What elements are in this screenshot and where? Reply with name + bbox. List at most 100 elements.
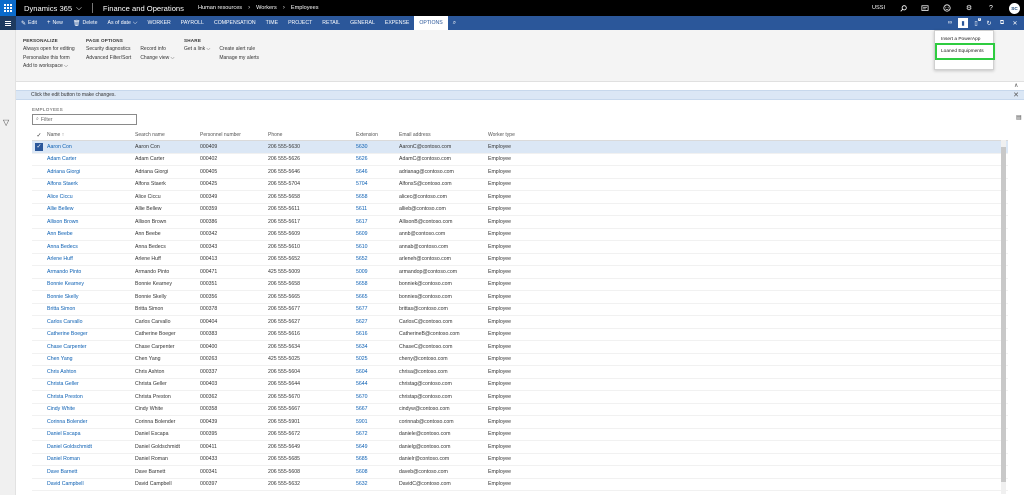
scrollbar-thumb[interactable]	[1001, 147, 1006, 482]
office-icon[interactable]: ▮	[958, 18, 968, 28]
cell-name[interactable]: Allison Brown	[46, 219, 135, 225]
table-row[interactable]: Corinna Bolender Corinna Bolender 000439 20…	[32, 416, 1008, 429]
table-row[interactable]: Bonnie Skelly Bonnie Skelly 000356 206 555-…	[32, 291, 1008, 304]
tab-time[interactable]: TIME	[261, 16, 283, 30]
cell-extension[interactable]: 5608	[356, 469, 399, 475]
table-row[interactable]: ✓ Aaron Con Aaron Con 000409 206 555-5630 563…	[32, 141, 1008, 154]
cell-name[interactable]: Britta Simon	[46, 306, 135, 312]
cell-name[interactable]: Adam Carter	[46, 156, 135, 162]
tab-payroll[interactable]: PAYROLL	[176, 16, 209, 30]
cell-extension[interactable]: 5630	[356, 144, 399, 150]
message-icon[interactable]	[921, 4, 929, 12]
personalize-this-form-button[interactable]: Personalize this form	[23, 55, 75, 61]
table-row[interactable]: Adam Carter Adam Carter 000402 206 555-5626…	[32, 154, 1008, 166]
cell-extension[interactable]: 5658	[356, 281, 399, 287]
cell-extension[interactable]: 5672	[356, 431, 399, 437]
search-icon[interactable]	[899, 4, 907, 12]
add-to-workspace-button[interactable]: Add to workspace ⌵	[23, 63, 75, 69]
cell-name[interactable]: Carlos Carvallo	[46, 319, 135, 325]
details-pane-icon[interactable]: ▤	[1016, 114, 1022, 121]
table-row[interactable]: Allison Brown Allison Brown 000386 206 555-…	[32, 216, 1008, 229]
table-row[interactable]: Daniel Roman Daniel Roman 000433 206 555-56…	[32, 454, 1008, 466]
chevron-up-icon[interactable]: ∧	[1014, 82, 1018, 89]
cell-name[interactable]: Daniel Goldschmidt	[46, 444, 135, 450]
cell-extension[interactable]: 5009	[356, 269, 399, 275]
cell-extension[interactable]: 5025	[356, 356, 399, 362]
cell-name[interactable]: Catherine Boeger	[46, 331, 135, 337]
column-header-worker-type[interactable]: Worker type	[488, 132, 568, 138]
cell-name[interactable]: Armando Pinto	[46, 269, 135, 275]
table-row[interactable]: Christa Geller Christa Geller 000403 206 55…	[32, 379, 1008, 391]
cell-name[interactable]: Ann Beebe	[46, 231, 135, 237]
column-header-search-name[interactable]: Search name	[135, 132, 200, 138]
cell-extension[interactable]: 5616	[356, 331, 399, 337]
refresh-icon[interactable]: ↻	[984, 18, 994, 28]
filter-input[interactable]: ⌕ Filter	[32, 114, 137, 125]
cell-name[interactable]: Aaron Con	[46, 144, 135, 150]
cell-extension[interactable]: 5649	[356, 444, 399, 450]
close-icon[interactable]: ✕	[1013, 91, 1019, 99]
cell-extension[interactable]: 5626	[356, 156, 399, 162]
link-icon[interactable]: ∞	[945, 18, 955, 28]
table-row[interactable]: Catherine Boeger Catherine Boeger 000383 20…	[32, 329, 1008, 341]
gear-icon[interactable]: ⚙	[965, 4, 973, 12]
company-picker[interactable]: USSI	[872, 5, 885, 11]
tab-compensation[interactable]: COMPENSATION	[209, 16, 261, 30]
table-row[interactable]: Arlene Huff Arlene Huff 000413 206 555-5652…	[32, 254, 1008, 266]
tab-project[interactable]: PROJECT	[283, 16, 317, 30]
manage-my-alerts-button[interactable]: Manage my alerts	[219, 55, 259, 61]
table-row[interactable]: Adriana Giorgi Adriana Giorgi 000405 206 55…	[32, 166, 1008, 179]
tab-worker[interactable]: WORKER	[142, 16, 175, 30]
breadcrumb-item-workers[interactable]: Workers	[256, 5, 277, 11]
cell-extension[interactable]: 5627	[356, 319, 399, 325]
cell-name[interactable]: Chen Yang	[46, 356, 135, 362]
cell-name[interactable]: Christa Preston	[46, 394, 135, 400]
cell-extension[interactable]: 5617	[356, 219, 399, 225]
cell-name[interactable]: Corinna Bolender	[46, 419, 135, 425]
tab-expense[interactable]: EXPENSE	[380, 16, 415, 30]
cell-extension[interactable]: 5658	[356, 194, 399, 200]
cell-name[interactable]: Chase Carpenter	[46, 344, 135, 350]
table-row[interactable]: Anna Bedecs Anna Bedecs 000343 206 555-5610…	[32, 241, 1008, 254]
action-search-button[interactable]: ⌕	[448, 16, 461, 30]
create-alert-rule-button[interactable]: Create alert rule	[219, 46, 259, 52]
cell-extension[interactable]: 5634	[356, 344, 399, 350]
tab-general[interactable]: GENERAL	[345, 16, 380, 30]
table-row[interactable]: Chase Carpenter Chase Carpenter 000400 206 …	[32, 341, 1008, 354]
select-all-checkbox[interactable]: ✓	[32, 132, 46, 139]
cell-extension[interactable]: 5665	[356, 294, 399, 300]
filter-icon[interactable]: ▽	[3, 118, 9, 127]
column-header-name[interactable]: Name ↑	[46, 132, 135, 138]
cell-name[interactable]: Bonnie Kearney	[46, 281, 135, 287]
help-icon[interactable]: ?	[987, 4, 995, 12]
navigation-menu-button[interactable]	[0, 16, 16, 30]
table-row[interactable]: David Campbell David Campbell 000397 206 55…	[32, 479, 1008, 491]
app-launcher-button[interactable]	[0, 0, 16, 16]
breadcrumb-item-employees[interactable]: Employees	[291, 5, 319, 11]
as-of-date-button[interactable]: As of date ⌵	[103, 16, 143, 30]
brand-menu[interactable]: Dynamics 365 ⌵	[16, 3, 88, 13]
record-info-button[interactable]: Record info	[140, 46, 174, 52]
cell-extension[interactable]: 5667	[356, 406, 399, 412]
table-row[interactable]: Bonnie Kearney Bonnie Kearney 000351 206 55…	[32, 279, 1008, 291]
table-row[interactable]: Dave Barnett Dave Barnett 000341 206 555-56…	[32, 466, 1008, 479]
advanced-filter-sort-button[interactable]: Advanced Filter/Sort	[86, 55, 131, 61]
cell-extension[interactable]: 5611	[356, 206, 399, 212]
column-header-phone[interactable]: Phone	[268, 132, 356, 138]
security-diagnostics-button[interactable]: Security diagnostics	[86, 46, 131, 52]
table-row[interactable]: Alfons Staerk Alfons Staerk 000425 206 555-…	[32, 179, 1008, 191]
cell-name[interactable]: Alice Ciccu	[46, 194, 135, 200]
always-open-for-editing-button[interactable]: Always open for editing	[23, 46, 75, 52]
cell-extension[interactable]: 5609	[356, 231, 399, 237]
cell-name[interactable]: Alfons Staerk	[46, 181, 135, 187]
cell-name[interactable]: Allie Bellew	[46, 206, 135, 212]
edit-button[interactable]: ✎ Edit	[16, 16, 42, 30]
cell-extension[interactable]: 5685	[356, 456, 399, 462]
open-new-window-icon[interactable]: ⧉	[997, 18, 1007, 28]
attachments-icon[interactable]: ▯ 0	[971, 18, 981, 28]
cell-extension[interactable]: 5644	[356, 381, 399, 387]
cell-name[interactable]: Adriana Giorgi	[46, 169, 135, 175]
cell-name[interactable]: Chris Ashton	[46, 369, 135, 375]
table-row[interactable]: Daniel Escapa Daniel Escapa 000395 206 555-…	[32, 429, 1008, 441]
cell-name[interactable]: David Campbell	[46, 481, 135, 487]
